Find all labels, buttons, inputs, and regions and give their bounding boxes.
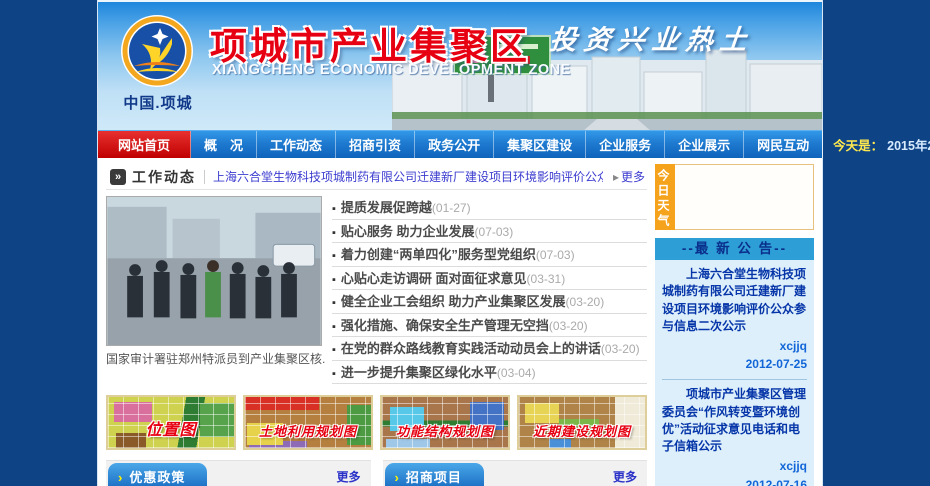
news-item-date: (03-20) [549,319,588,333]
map-function-structure[interactable]: 功能结构规划图 [380,395,510,450]
news-body: 国家审计署驻郑州特派员到产业集聚区核... 提质发展促跨越(01-27) 贴心服… [106,190,647,384]
weather-tab: 今日天气 [655,164,675,230]
notice-author: xcjjq [662,458,807,475]
nav-item-work-news[interactable]: 工作动态 [257,131,336,158]
bottom-sections: 优惠政策 更多 招商项目 更多 [106,460,647,486]
site-logo[interactable] [120,14,194,88]
news-photo-caption[interactable]: 国家审计署驻郑州特派员到产业集聚区核... [106,350,326,367]
news-list-item[interactable]: 贴心服务 助力企业发展(07-03) [332,220,647,244]
news-item-date: (03-04) [497,366,536,380]
news-list-item[interactable]: 着力创建“两单四化”服务型党组织(07-03) [332,243,647,267]
nav-item-interaction[interactable]: 网民互动 [744,131,823,158]
investment-projects-more-link[interactable]: 更多 [613,468,637,485]
news-item-title: 健全企业工会组织 助力产业集聚区发展 [341,294,566,309]
double-arrow-icon [110,169,126,185]
news-list-item[interactable]: 健全企业工会组织 助力产业集聚区发展(03-20) [332,290,647,314]
planning-maps-row: 位置图 土地利用规划图 功能结构规划图 近期建设规划图 [106,395,647,450]
news-section-title: 工作动态 [132,167,196,187]
tab-investment-projects[interactable]: 招商项目 [385,463,484,486]
news-item-date: (07-03) [475,225,514,239]
logo-caption: 中国.项城 [102,92,214,113]
header-slogan: 投资兴业热土 [548,18,756,57]
news-list-item[interactable]: 强化措施、确保安全生产管理无空挡(03-20) [332,314,647,338]
nav-item-gov-affairs[interactable]: 政务公开 [415,131,494,158]
news-photo-block: 国家审计署驻郑州特派员到产业集聚区核... [106,196,326,384]
news-item-title: 着力创建“两单四化”服务型党组织 [341,247,536,262]
news-item-date: (07-03) [536,248,575,262]
news-more-link[interactable]: 更多 [613,168,647,185]
notice-panel-body: 上海六合堂生物科技项城制药有限公司迁建新厂建设项目环境影响评价公众参与信息二次公… [655,260,814,486]
nav-item-enterprise-service[interactable]: 企业服务 [586,131,665,158]
preferential-policy-more-link[interactable]: 更多 [336,468,360,485]
notice-date: 2012-07-25 [662,356,807,373]
news-item-title: 强化措施、确保安全生产管理无空挡 [341,318,549,333]
weather-widget: 今日天气 [655,164,814,230]
nav-date: 今天是： 2015年2月5日星期四 [823,131,930,158]
header-divider [204,170,205,184]
notice-date: 2012-07-16 [662,477,807,486]
left-column: 工作动态 上海六合堂生物科技项城制药有限公司迁建新厂建设项目环境影响评价公众参与… [106,164,647,486]
notice-author: xcjjq [662,338,807,355]
notice-panel: --最 新 公 告-- 上海六合堂生物科技项城制药有限公司迁建新厂建设项目环境影… [655,238,814,486]
news-section-header: 工作动态 上海六合堂生物科技项城制药有限公司迁建新厂建设项目环境影响评价公众参与… [106,164,647,190]
map-recent-construction[interactable]: 近期建设规划图 [517,395,647,450]
right-column: 今日天气 --最 新 公 告-- 上海六合堂生物科技项城制药有限公司迁建新厂建设… [655,164,814,486]
news-headline-link[interactable]: 上海六合堂生物科技项城制药有限公司迁建新厂建设项目环境影响评价公众参与信息一次公… [213,168,603,185]
content-area: 工作动态 上海六合堂生物科技项城制药有限公司迁建新厂建设项目环境影响评价公众参与… [98,158,822,486]
date-prefix: 今天是： [833,135,883,154]
section-preferential-policy: 优惠政策 更多 [106,460,371,486]
main-nav: 网站首页 概 况 工作动态 招商引资 政务公开 集聚区建设 企业服务 企业展示 … [98,130,822,158]
notice-panel-title: --最 新 公 告-- [655,238,814,260]
news-photo[interactable] [106,196,322,346]
news-list-item[interactable]: 进一步提升集聚区绿化水平(03-04) [332,361,647,385]
news-item-title: 在党的群众路线教育实践活动动员会上的讲话 [341,341,601,356]
tab-preferential-policy[interactable]: 优惠政策 [108,463,207,486]
map-label: 土地利用规划图 [245,421,371,440]
notice-divider [662,379,807,380]
news-item-date: (03-20) [566,295,605,309]
date-text: 2015年2月5日星期四 [887,135,930,154]
nav-item-zone-construction[interactable]: 集聚区建设 [494,131,586,158]
news-list-item[interactable]: 在党的群众路线教育实践活动动员会上的讲话(03-20) [332,337,647,361]
news-item-date: (03-31) [527,272,566,286]
nav-item-home[interactable]: 网站首页 [98,131,191,158]
notice-text: 上海六合堂生物科技项城制药有限公司迁建新厂建设项目环境影响评价公众参与信息二次公… [662,266,807,336]
news-item-title: 进一步提升集聚区绿化水平 [341,365,497,380]
site-subtitle: XIANGCHENG ECONOMIC DEVELOPMENT ZONE [212,62,571,78]
news-list-item[interactable]: 心贴心走访调研 面对面征求意见(03-31) [332,267,647,291]
section-investment-projects: 招商项目 更多 [383,460,648,486]
notice-item[interactable]: 项城市产业集聚区管理委员会“作风转变暨环境创优”活动征求意见电话和电子信箱公示 … [662,386,807,486]
news-item-title: 提质发展促跨越 [341,200,432,215]
map-label: 近期建设规划图 [519,421,645,440]
nav-item-overview[interactable]: 概 况 [191,131,257,158]
nav-item-enterprise-show[interactable]: 企业展示 [665,131,744,158]
news-list: 提质发展促跨越(01-27) 贴心服务 助力企业发展(07-03) 着力创建“两… [332,196,647,384]
news-item-date: (03-20) [601,342,640,356]
notice-text: 项城市产业集聚区管理委员会“作风转变暨环境创优”活动征求意见电话和电子信箱公示 [662,386,807,456]
news-list-item[interactable]: 提质发展促跨越(01-27) [332,196,647,220]
news-item-title: 心贴心走访调研 面对面征求意见 [341,271,527,286]
notice-item[interactable]: 上海六合堂生物科技项城制药有限公司迁建新厂建设项目环境影响评价公众参与信息二次公… [662,266,807,373]
news-item-title: 贴心服务 助力企业发展 [341,224,475,239]
news-item-date: (01-27) [432,201,471,215]
page: 中国.项城 项城市产业集聚区 XIANGCHENG ECONOMIC DEVEL… [97,0,823,486]
weather-content [675,164,814,230]
map-location[interactable]: 位置图 [106,395,236,450]
site-header: 中国.项城 项城市产业集聚区 XIANGCHENG ECONOMIC DEVEL… [98,0,822,130]
nav-item-investment[interactable]: 招商引资 [336,131,415,158]
map-land-use[interactable]: 土地利用规划图 [243,395,373,450]
map-label: 位置图 [108,416,234,440]
map-label: 功能结构规划图 [382,421,508,440]
